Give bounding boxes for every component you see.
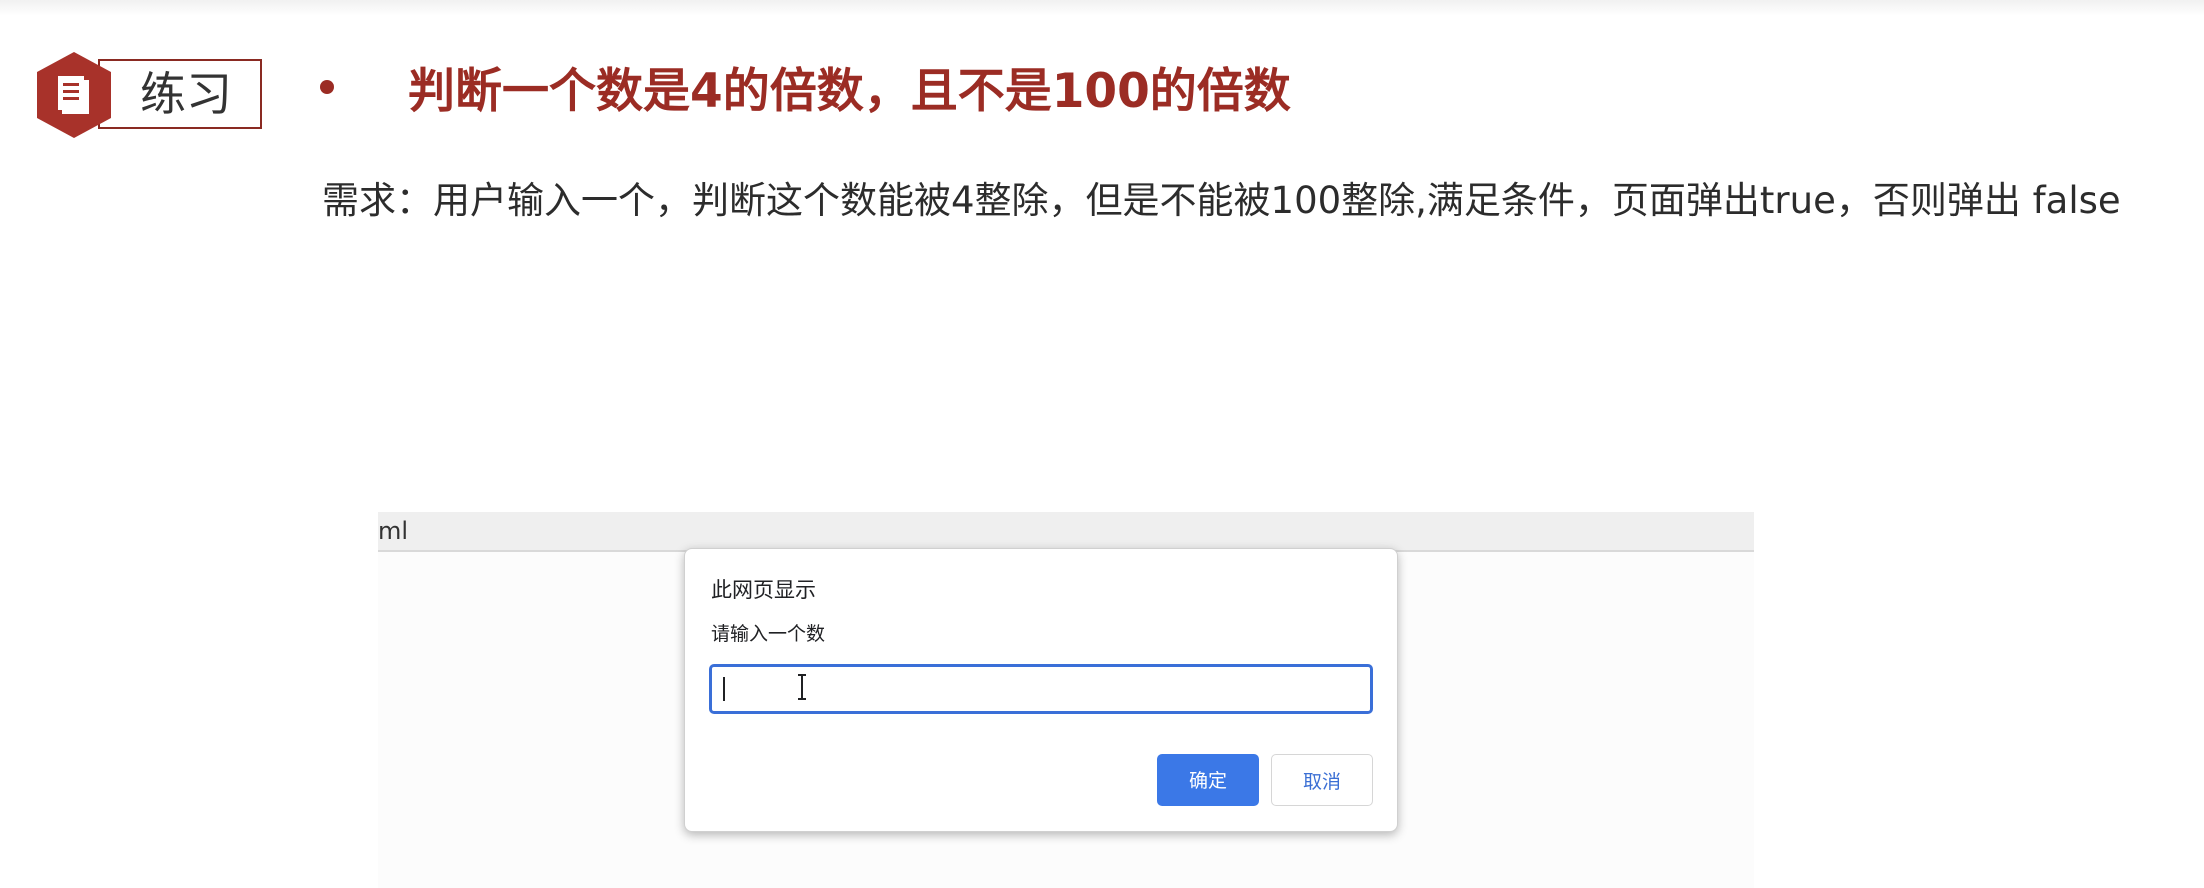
dialog-title: 此网页显示 [711,578,816,602]
prompt-dialog: 此网页显示 请输入一个数 确定 取消 [684,548,1398,832]
browser-bar: ml [378,512,1754,552]
dialog-message: 请输入一个数 [711,623,826,645]
exercise-badge: 练习 [34,50,266,138]
cancel-button[interactable]: 取消 [1271,754,1373,806]
top-shade [0,0,2204,16]
text-caret [723,677,725,701]
requirement-text: 需求：用户输入一个，判断这个数能被4整除，但是不能被100整除,满足条件，页面弹… [322,179,2121,222]
browser-bar-text: ml [378,517,409,545]
text-cursor-icon [798,674,806,700]
slide-title: 判断一个数是4的倍数，且不是100的倍数 [408,64,1291,119]
document-icon [37,52,111,138]
ok-button[interactable]: 确定 [1157,754,1259,806]
badge-label: 练习 [140,67,232,121]
title-bullet [320,80,334,94]
